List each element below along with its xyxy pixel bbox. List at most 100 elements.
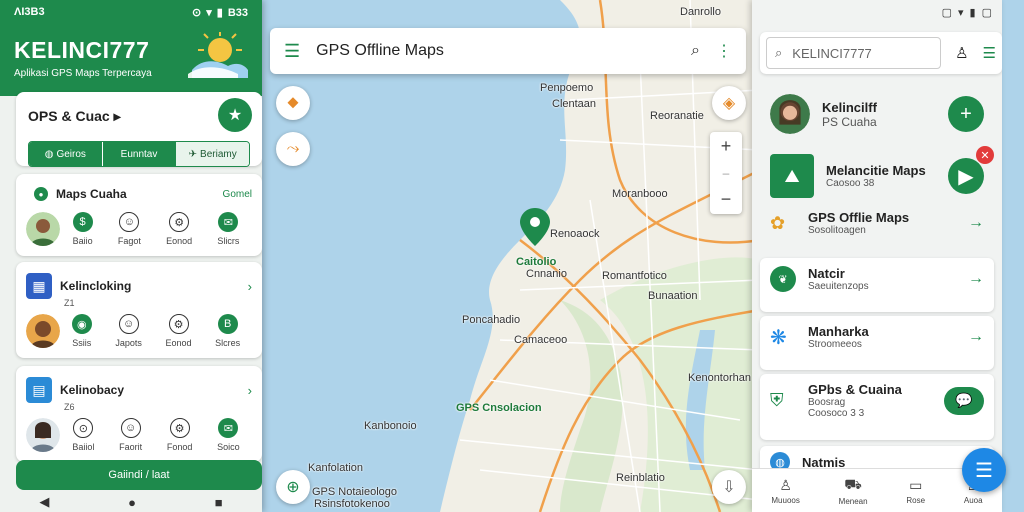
card-subtitle: Z6 xyxy=(64,402,75,412)
action-item[interactable]: ☺ Faorit xyxy=(119,418,142,452)
close-badge-icon[interactable]: ✕ xyxy=(976,146,994,164)
list-item[interactable]: ⛨ GPbs & Cuaina Boosrag Coosoco 3 3 💬 xyxy=(760,374,994,440)
star-button[interactable]: ★ xyxy=(218,98,252,132)
leaf-icon: ❦ xyxy=(770,266,796,292)
card-aux[interactable]: Gomel xyxy=(223,189,252,200)
card-title: Kelinobacy xyxy=(60,383,125,397)
status-bar: ▢ ▾ ▮ ▢ xyxy=(752,0,1002,25)
list-item[interactable]: ❦ Natcir Saeuitenzops → xyxy=(760,258,994,312)
search-card-title[interactable]: OPS & Cuac ▸ xyxy=(28,108,250,125)
map-search-bar[interactable]: ☰ GPS Offline Maps ⌕ ⋮ xyxy=(270,28,746,74)
search-placeholder: KELINCI7777 xyxy=(792,45,872,61)
system-nav-bar: ◀ ● ■ xyxy=(0,492,262,512)
recenter-icon: ⊕ xyxy=(286,479,300,496)
calendar-icon: ▦ xyxy=(26,273,52,299)
recenter-button[interactable]: ⊕ xyxy=(276,470,310,504)
action-item[interactable]: ⚙ Eonod xyxy=(166,212,192,246)
map-label: Kenontorhan xyxy=(688,372,751,384)
action-item[interactable]: ☺ Japots xyxy=(115,314,142,348)
action-label: Eonod xyxy=(165,338,192,348)
bookmark-icon: B xyxy=(217,314,238,334)
route-icon: ⤳ xyxy=(286,140,300,157)
action-item[interactable]: $ Baiio xyxy=(72,212,93,246)
list-item[interactable]: ⛰ Melancitie Maps Caosoo 38 ▶ ✕ xyxy=(760,146,994,202)
more-vert-icon[interactable]: ⋮ xyxy=(716,41,732,61)
menu-icon[interactable]: ☰ xyxy=(983,44,996,62)
map-title: GPS Offline Maps xyxy=(316,42,444,59)
recents-icon[interactable]: ■ xyxy=(215,495,223,510)
segment-label: Beriamy xyxy=(200,148,237,160)
list-item[interactable]: ❋ Manharka Stroomeeos → xyxy=(760,316,994,370)
action-item[interactable]: ⚙ Fonod xyxy=(167,418,192,452)
layers-icon: ⬥ xyxy=(287,94,299,111)
search-icon[interactable]: ⌕ xyxy=(691,42,700,60)
avatar[interactable] xyxy=(26,212,60,246)
segment-option[interactable]: ✈ Beriamy xyxy=(175,142,249,166)
status-bar: ΛΙ3Β3 ⊙ ▾ ▮ Β33 xyxy=(14,6,248,19)
arrow-right-icon[interactable]: → xyxy=(968,328,984,346)
nav-tab[interactable]: ▭ Rose xyxy=(906,477,925,505)
arrow-right-icon[interactable]: → xyxy=(968,214,984,232)
map-label: Danrollo xyxy=(680,6,721,18)
list-card[interactable]: ● Maps Cuaha Gomel $ Baiio ☺ Fagot ⚙ Eonod … xyxy=(16,174,262,256)
profile-icon[interactable]: ♙ xyxy=(955,44,968,62)
item-title: Manharka xyxy=(808,324,869,339)
search-input[interactable]: ⌕ KELINCI7777 xyxy=(766,37,942,69)
segment-option[interactable]: ◍ Geiros xyxy=(29,142,102,166)
zoom-divider: – xyxy=(722,165,730,180)
download-button[interactable]: ⇩ xyxy=(712,470,746,504)
menu-fab-button[interactable]: ☰ xyxy=(962,448,1006,492)
list-card[interactable]: ▦ Kelincloking › Z1 ◉ Ssiis ☺ Japots ⚙ Eono… xyxy=(16,262,262,358)
list-card[interactable]: ▤ Kelinobacy › Z6 ⊙ Baiiol ☺ Faorit ⚙ Fonod… xyxy=(16,366,262,462)
map-label: Bunaation xyxy=(648,290,698,302)
segment-control: ◍ Geiros Eunntav ✈ Beriamy xyxy=(28,141,250,167)
avatar[interactable] xyxy=(26,314,60,348)
list-item[interactable]: ✿ GPS Offlie Maps Sosolitoagen → xyxy=(760,202,994,254)
chevron-right-icon[interactable]: › xyxy=(248,279,252,294)
menu-icon[interactable]: ☰ xyxy=(284,41,300,62)
chevron-right-icon[interactable]: › xyxy=(248,383,252,398)
action-item[interactable]: ✉ Slicrs xyxy=(217,212,239,246)
nav-tab[interactable]: ⛟ Menean xyxy=(839,476,868,506)
item-subtitle-2: Coosoco 3 3 xyxy=(808,408,865,419)
play-button[interactable]: ▶ xyxy=(948,158,984,194)
action-label: Eonod xyxy=(166,236,193,246)
action-label: Baiiol xyxy=(72,442,95,452)
nav-tab[interactable]: ♙ Muuoos xyxy=(771,477,799,505)
profile-name: Kelincilff xyxy=(822,99,877,115)
avatar[interactable] xyxy=(26,418,60,452)
layers-button[interactable]: ⬥ xyxy=(276,86,310,120)
back-icon[interactable]: ◀ xyxy=(39,494,49,510)
chat-button[interactable]: 💬 xyxy=(944,386,984,415)
map-label: Reinblatio xyxy=(616,472,665,484)
download-icon: ⇩ xyxy=(722,479,736,496)
segment-option[interactable]: Eunntav xyxy=(101,142,176,166)
action-item[interactable]: ☺ Fagot xyxy=(118,212,141,246)
avatar[interactable] xyxy=(770,94,810,134)
arrow-right-icon[interactable]: → xyxy=(968,270,984,288)
star-icon: ★ xyxy=(227,107,243,124)
zoom-out-icon[interactable]: − xyxy=(721,189,732,210)
action-item[interactable]: B Slcres xyxy=(215,314,240,348)
profile-card[interactable]: Kelincilff PS Cuaha + xyxy=(760,86,994,144)
app-header: ΛΙ3Β3 ⊙ ▾ ▮ Β33 KELINCI777 Aplikasi GPS … xyxy=(0,0,262,96)
message-icon: ▭ xyxy=(909,476,923,493)
bottom-action-button[interactable]: Gaiindi / laat xyxy=(16,460,262,490)
zoom-in-icon[interactable]: + xyxy=(721,136,732,157)
shield-icon: ⛨ xyxy=(770,390,784,410)
battery-icon: ▮ xyxy=(969,7,976,19)
action-item[interactable]: ⊙ Baiiol xyxy=(72,418,94,452)
action-label: Soico xyxy=(217,442,240,452)
action-item[interactable]: ⚙ Eonod xyxy=(166,314,192,348)
action-item[interactable]: ✉ Soico xyxy=(217,418,240,452)
smile-icon: ☺ xyxy=(118,314,139,334)
item-subtitle: Boosrag xyxy=(808,397,846,408)
dollar-icon: $ xyxy=(72,212,93,232)
item-subtitle: Saeuitenzops xyxy=(808,281,869,292)
home-icon[interactable]: ● xyxy=(128,495,136,510)
compass-button[interactable]: ◈ xyxy=(712,86,746,120)
search-card: OPS & Cuac ▸ ★ ◍ Geiros Eunntav ✈ Beriamy xyxy=(16,92,262,167)
action-item[interactable]: ◉ Ssiis xyxy=(71,314,92,348)
add-button[interactable]: + xyxy=(948,96,984,132)
route-button[interactable]: ⤳ xyxy=(276,132,310,166)
